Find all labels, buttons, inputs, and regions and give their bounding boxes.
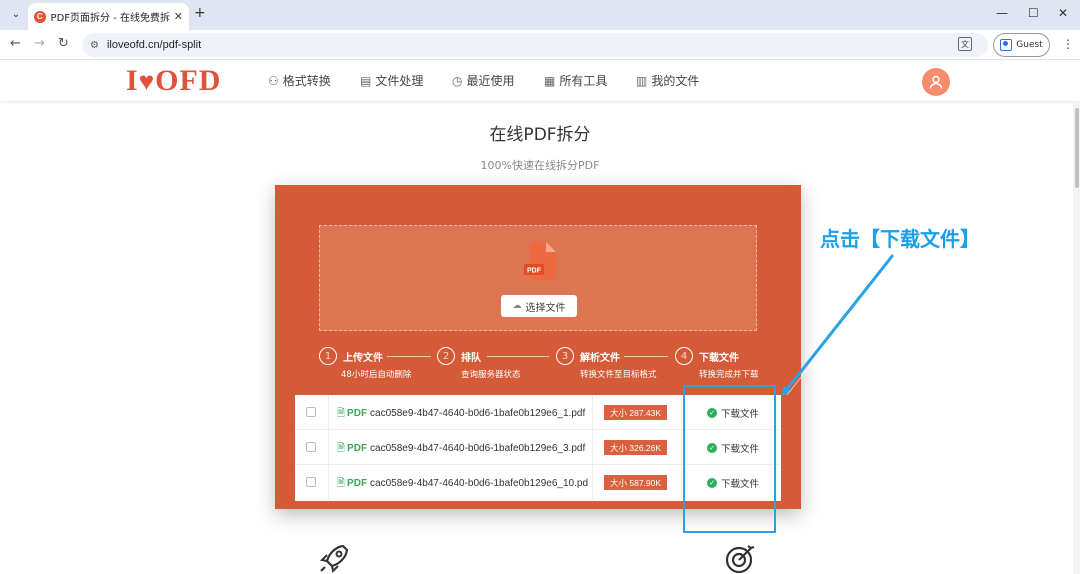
file-name: 🗎 PDF cac058e9-4b47-4640-b0d6-1bafe0b129e6…	[337, 406, 585, 423]
cell-divider	[328, 430, 329, 465]
file-name-text: cac058e9-4b47-4640-b0d6-1bafe0b129e6_3.p…	[370, 443, 586, 454]
step-desc: 48小时后自动删除	[341, 370, 412, 380]
profile-button[interactable]: Guest	[993, 33, 1050, 57]
back-icon[interactable]: ←	[10, 36, 21, 51]
file-name: 🗎 PDF cac058e9-4b47-4640-b0d6-1bafe0b129e6…	[337, 441, 585, 458]
cell-divider	[328, 465, 329, 500]
profile-icon	[1000, 39, 1013, 51]
file-doc-icon: 🗎	[337, 478, 346, 489]
nav-label: 最近使用	[466, 74, 515, 88]
annotation-text: 点击【下载文件】	[820, 227, 980, 251]
reload-icon[interactable]: ↻	[58, 36, 69, 51]
new-tab-icon[interactable]: +	[194, 5, 206, 21]
favicon-icon: C	[34, 10, 46, 23]
nav-all-tools[interactable]: ▦ 所有工具	[544, 72, 607, 89]
nav-recent[interactable]: ◷ 最近使用	[452, 72, 515, 89]
row-checkbox[interactable]	[306, 477, 316, 487]
step-number: 4	[675, 347, 693, 365]
forward-icon[interactable]: →	[34, 36, 45, 51]
nav-label: 文件处理	[375, 74, 424, 88]
file-doc-icon: 🗎	[337, 443, 346, 454]
file-edit-icon: ▤	[360, 73, 372, 88]
cloud-upload-icon: ☁	[512, 301, 522, 311]
step-title: 排队	[461, 353, 481, 364]
choose-file-button[interactable]: ☁ 选择文件	[501, 295, 577, 317]
recent-icon: ◷	[452, 73, 463, 88]
browser-tab-bar: ⌄ C PDF页面拆分 - 在线免费拆分PDF ✕ + — ☐ ✕	[0, 0, 1080, 30]
row-checkbox[interactable]	[306, 407, 316, 417]
tab-close-icon[interactable]: ✕	[174, 10, 183, 23]
profile-label: Guest	[1016, 40, 1043, 50]
choose-file-label: 选择文件	[525, 302, 566, 314]
nav-label: 格式转换	[282, 74, 331, 88]
maximize-icon[interactable]: ☐	[1028, 6, 1039, 20]
nav-file-process[interactable]: ▤ 文件处理	[360, 72, 423, 89]
step-number: 3	[556, 347, 574, 365]
step-connector	[487, 356, 549, 357]
pdf-badge-text: PDF	[527, 268, 542, 275]
browser-tab[interactable]: C PDF页面拆分 - 在线免费拆分PDF ✕	[28, 3, 189, 30]
translate-icon[interactable]: 文	[958, 37, 972, 51]
file-type: PDF	[347, 478, 368, 489]
file-name: 🗎 PDF cac058e9-4b47-4640-b0d6-1bafe0b129e6…	[337, 476, 588, 493]
puzzle-icon: ⚇	[268, 73, 279, 88]
site-logo[interactable]: I♥OFD	[126, 64, 221, 98]
nav-label: 所有工具	[559, 74, 608, 88]
site-header: I♥OFD ⚇ 格式转换 ▤ 文件处理 ◷ 最近使用 ▦ 所有工具 ▥ 我的文件	[0, 60, 1080, 102]
file-name-text: cac058e9-4b47-4640-b0d6-1bafe0b129e6_10.…	[370, 478, 589, 489]
step-title: 上传文件	[343, 353, 383, 364]
pdf-file-icon: PDF	[524, 242, 556, 280]
cell-divider	[681, 395, 682, 430]
file-doc-icon: 🗎	[337, 408, 346, 419]
target-icon	[725, 545, 755, 574]
tab-title: PDF页面拆分 - 在线免费拆分PDF	[50, 13, 170, 24]
cell-divider	[681, 430, 682, 465]
user-icon	[929, 75, 943, 89]
cell-divider	[592, 395, 593, 430]
grid-icon: ▦	[544, 73, 556, 88]
step-desc: 转换文件至目标格式	[580, 370, 657, 380]
step-title: 解析文件	[580, 353, 620, 364]
upload-dropzone[interactable]: PDF ☁ 选择文件	[319, 225, 757, 331]
file-type: PDF	[347, 443, 368, 454]
file-name-text: cac058e9-4b47-4640-b0d6-1bafe0b129e6_1.p…	[370, 408, 586, 419]
step-desc: 查询服务器状态	[461, 370, 521, 380]
address-bar[interactable]: ⚙ iloveofd.cn/pdf-split	[82, 33, 988, 57]
annotation-highlight-box	[683, 385, 776, 533]
nav-format-convert[interactable]: ⚇ 格式转换	[268, 72, 331, 89]
cell-divider	[592, 430, 593, 465]
step-title: 下载文件	[699, 353, 739, 364]
nav-label: 我的文件	[651, 74, 700, 88]
nav-my-files[interactable]: ▥ 我的文件	[636, 72, 699, 89]
step-connector	[624, 356, 668, 357]
page-subtitle: 100%快速在线拆分PDF	[480, 159, 600, 172]
minimize-icon[interactable]: —	[996, 6, 1008, 20]
step-desc: 转换完成并下载	[699, 370, 759, 380]
site-info-icon[interactable]: ⚙	[90, 40, 99, 51]
file-size-badge: 大小 326.26K	[604, 440, 668, 455]
page-title: 在线PDF拆分	[489, 125, 591, 145]
cell-divider	[328, 395, 329, 430]
file-size-badge: 大小 287.43K	[604, 405, 668, 420]
tab-search-chevron-icon[interactable]: ⌄	[7, 5, 25, 23]
file-type: PDF	[347, 408, 368, 419]
more-menu-icon[interactable]: ⋮	[1062, 37, 1074, 51]
user-avatar[interactable]	[922, 68, 950, 96]
step-number: 1	[319, 347, 337, 365]
cell-divider	[681, 465, 682, 500]
cell-divider	[592, 465, 593, 500]
rocket-icon	[319, 544, 349, 574]
file-size-badge: 大小 587.90K	[604, 475, 668, 490]
step-connector	[387, 356, 431, 357]
close-window-icon[interactable]: ✕	[1058, 6, 1068, 20]
row-checkbox[interactable]	[306, 442, 316, 452]
step-number: 2	[437, 347, 455, 365]
progress-steps: 1 上传文件 48小时后自动删除 2 排队 查询服务器状态 3 解析文件 转换文…	[319, 347, 769, 387]
browser-toolbar: ← → ↻ ⚙ iloveofd.cn/pdf-split 文 Guest ⋮	[0, 30, 1080, 60]
document-icon: ▥	[636, 73, 648, 88]
url-text: iloveofd.cn/pdf-split	[106, 39, 202, 51]
